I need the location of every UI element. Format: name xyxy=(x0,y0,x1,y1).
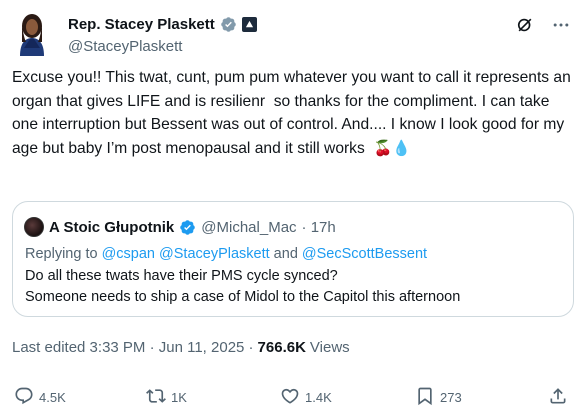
like-button[interactable]: 1.4K xyxy=(280,386,332,409)
tweet-text: Excuse you!! This twat, cunt, pum pum wh… xyxy=(12,66,572,160)
replying-and: and xyxy=(269,246,302,262)
quote-text-line-2: Someone needs to ship a case of Midol to… xyxy=(25,289,461,305)
quote-author-name[interactable]: A Stoic Głupotnik xyxy=(49,219,174,236)
verified-icon xyxy=(220,16,237,33)
tweet-header: Rep. Stacey Plaskett @StaceyPlaskett xyxy=(12,8,572,56)
edited-timestamp[interactable]: Last edited 3:33 PM · Jun 11, 2025 · xyxy=(12,339,254,356)
more-icon[interactable] xyxy=(550,14,572,36)
reply-count: 4.5K xyxy=(39,390,66,405)
tweet-meta: Last edited 3:33 PM · Jun 11, 2025 · 766… xyxy=(12,339,350,356)
bookmark-icon xyxy=(415,386,435,409)
quote-avatar[interactable] xyxy=(24,217,44,237)
replying-mentions[interactable]: @cspan @StaceyPlaskett xyxy=(102,246,270,262)
tweet-emoji: 🍒💧 xyxy=(373,139,411,157)
bookmark-count: 273 xyxy=(440,390,462,405)
author-name[interactable]: Rep. Stacey Plaskett xyxy=(68,16,215,33)
reply-button[interactable]: 4.5K xyxy=(14,386,66,409)
bookmark-button[interactable]: 273 xyxy=(415,386,462,409)
views-count: 766.6K xyxy=(257,339,306,356)
verified-icon xyxy=(179,219,196,236)
action-bar: 4.5K 1K 1.4K 273 xyxy=(12,386,572,410)
quote-text-line-1: Do all these twats have their PMS cycle … xyxy=(25,268,338,284)
views-label: Views xyxy=(309,339,350,356)
reply-icon xyxy=(14,386,34,409)
repost-count: 1K xyxy=(171,390,187,405)
quote-replying-to: Replying to @cspan @StaceyPlaskett and @… xyxy=(25,244,565,265)
share-button[interactable] xyxy=(548,386,568,409)
share-icon xyxy=(548,386,568,409)
repost-button[interactable]: 1K xyxy=(146,386,187,409)
government-badge-icon xyxy=(241,17,257,32)
tweet-body: Excuse you!! This twat, cunt, pum pum wh… xyxy=(12,69,576,157)
quoted-tweet[interactable]: A Stoic Głupotnik @Michal_Mac · 17h Repl… xyxy=(12,201,574,317)
like-count: 1.4K xyxy=(305,390,332,405)
like-icon xyxy=(280,386,300,409)
grok-icon[interactable] xyxy=(514,14,536,36)
quote-author-handle[interactable]: @Michal_Mac xyxy=(201,219,296,236)
replying-mention-last[interactable]: @SecScottBessent xyxy=(302,246,427,262)
avatar[interactable] xyxy=(12,8,52,56)
replying-prefix: Replying to xyxy=(25,246,102,262)
repost-icon xyxy=(146,386,166,409)
author-handle[interactable]: @StaceyPlaskett xyxy=(68,38,182,55)
quote-timestamp[interactable]: · 17h xyxy=(302,219,336,236)
